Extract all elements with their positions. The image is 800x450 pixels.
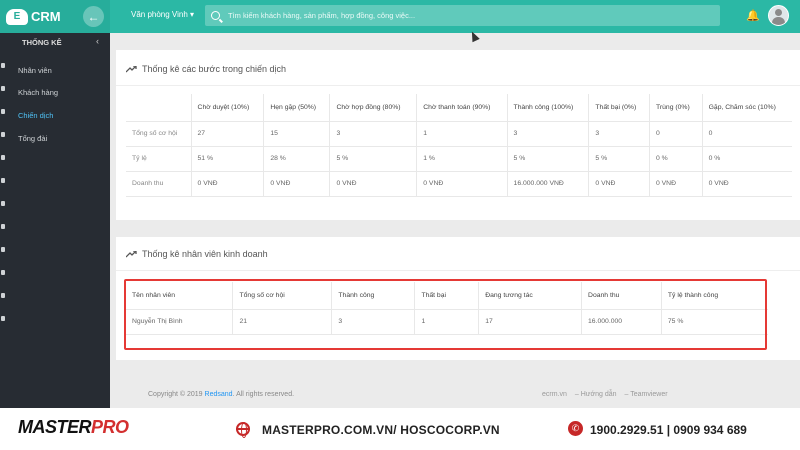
table-cell: Tỷ lệ [126,146,192,172]
column-header: Thất bại (0%) [588,94,650,122]
copyright: Copyright © 2019 Redsand. All rights res… [148,391,295,398]
rail-icon[interactable] [1,155,5,160]
table-cell: 0 VNĐ [191,171,265,197]
promo-banner: MASTERPRO MASTERPRO.COM.VN/ HOSCOCORP.VN… [0,408,800,450]
back-button[interactable]: ← [83,6,104,27]
table-cell: 5 % [588,146,650,172]
rail-icon[interactable] [1,316,5,321]
office-selector[interactable]: Văn phòng Vinh ▾ [131,10,194,19]
table-row: Tỷ lệ 51 % 28 % 5 % 1 % 5 % 5 % 0 % 0 % [126,146,792,172]
footer-link-guide[interactable]: Hướng dẫn [581,391,617,398]
phone-numbers: 1900.2929.51 | 0909 934 689 [590,423,747,437]
table-cell: 0 % [702,146,792,172]
rail-icon[interactable] [1,86,5,91]
table-cell: 5 % [507,146,590,172]
column-header [126,94,192,122]
table-cell: 3 [588,121,650,147]
table-cell: 28 % [263,146,331,172]
rail-icon[interactable] [1,247,5,252]
divider [116,270,800,271]
sidebar-item-switchboard[interactable]: Tổng đài [18,134,47,143]
card-title: Thống kê các bước trong chiến dịch [126,64,286,74]
avatar[interactable] [768,5,789,26]
rail-icon[interactable] [1,63,5,68]
table-row: Tổng số cơ hội 27 15 3 1 3 3 0 0 [126,121,792,147]
table-cell: 1 % [416,146,508,172]
table-cell: Doanh thu [126,171,192,197]
column-header: Gặp, Chăm sóc (10%) [702,94,792,122]
website-text: MASTERPRO.COM.VN/ HOSCOCORP.VN [262,423,500,437]
trending-up-icon [126,250,137,257]
rail-icon[interactable] [1,132,5,137]
table-cell: 3 [329,121,418,147]
table-cell: 5 % [329,146,418,172]
rail-icon[interactable] [1,270,5,275]
table-cell: 0 VNĐ [588,171,650,197]
table-cell: Tổng số cơ hội [126,121,192,147]
table-cell: 51 % [191,146,265,172]
table-cell: 1 [416,121,508,147]
brand-link[interactable]: Redsand [205,391,233,398]
sidebar-item-staff[interactable]: Nhân viên [18,66,52,75]
rail-icon[interactable] [1,224,5,229]
cloud-icon: E [6,8,28,25]
sidebar-rail-icons [0,63,6,339]
table-cell: 15 [263,121,331,147]
search-bar[interactable] [205,5,720,26]
table-cell: 0 [649,121,703,147]
sidebar: THỐNG KÊ ‹ Nhân viên Khách hàng Chiến dị… [0,33,110,408]
bell-icon[interactable]: 🔔 [746,9,760,22]
rail-icon[interactable] [1,293,5,298]
phone-icon: ✆ [568,421,583,436]
table-row: Doanh thu 0 VNĐ 0 VNĐ 0 VNĐ 0 VNĐ 16.000.000 … [126,171,792,197]
chevron-left-icon[interactable]: ‹ [96,36,99,46]
search-icon [211,11,220,20]
card-title: Thống kê nhân viên kinh doanh [126,249,268,259]
rail-icon[interactable] [1,109,5,114]
column-header: Chờ hợp đồng (80%) [329,94,418,122]
masterpro-logo: MASTERPRO [18,417,129,437]
table-cell: 3 [507,121,590,147]
arrow-left-icon: ← [87,9,100,24]
rail-icon[interactable] [1,201,5,206]
highlight-box [124,279,767,350]
table-cell: 16.000.000 VNĐ [507,171,590,197]
table-cell: 0 VNĐ [263,171,331,197]
search-input[interactable] [228,11,708,20]
table-cell: 0 VNĐ [329,171,418,197]
sidebar-item-customers[interactable]: Khách hàng [18,88,58,97]
column-header: Thành công (100%) [507,94,590,122]
table-cell: 0 [702,121,792,147]
globe-icon [236,422,250,438]
sidebar-title: THỐNG KÊ [22,38,62,47]
table-cell: 0 VNĐ [649,171,703,197]
campaign-stats-card: Thống kê các bước trong chiến dịch Chờ d… [116,50,800,220]
top-header: E CRM ← Văn phòng Vinh ▾ 🔔 [0,0,800,33]
table-cell: 0 VNĐ [702,171,792,197]
footer-links: ecrm.vn – Hướng dẫn – Teamviewer [542,391,668,398]
column-header: Hẹn gặp (50%) [263,94,331,122]
campaign-table: Chờ duyệt (10%) Hẹn gặp (50%) Chờ hợp đồng… [126,94,792,197]
footer-link-ecrm[interactable]: ecrm.vn [542,391,567,398]
footer-link-teamviewer[interactable]: Teamviewer [630,391,667,398]
trending-up-icon [126,65,137,72]
table-cell: 0 % [649,146,703,172]
divider [116,85,800,86]
rail-icon[interactable] [1,178,5,183]
column-header: Trùng (0%) [649,94,703,122]
logo-text: CRM [31,9,61,24]
footer: Copyright © 2019 Redsand. All rights res… [116,380,800,408]
sidebar-item-campaigns[interactable]: Chiến dịch [18,111,53,120]
column-header: Chờ thanh toán (90%) [416,94,508,122]
column-header: Chờ duyệt (10%) [191,94,265,122]
table-cell: 0 VNĐ [416,171,508,197]
caret-down-icon: ▾ [190,10,195,19]
table-cell: 27 [191,121,265,147]
